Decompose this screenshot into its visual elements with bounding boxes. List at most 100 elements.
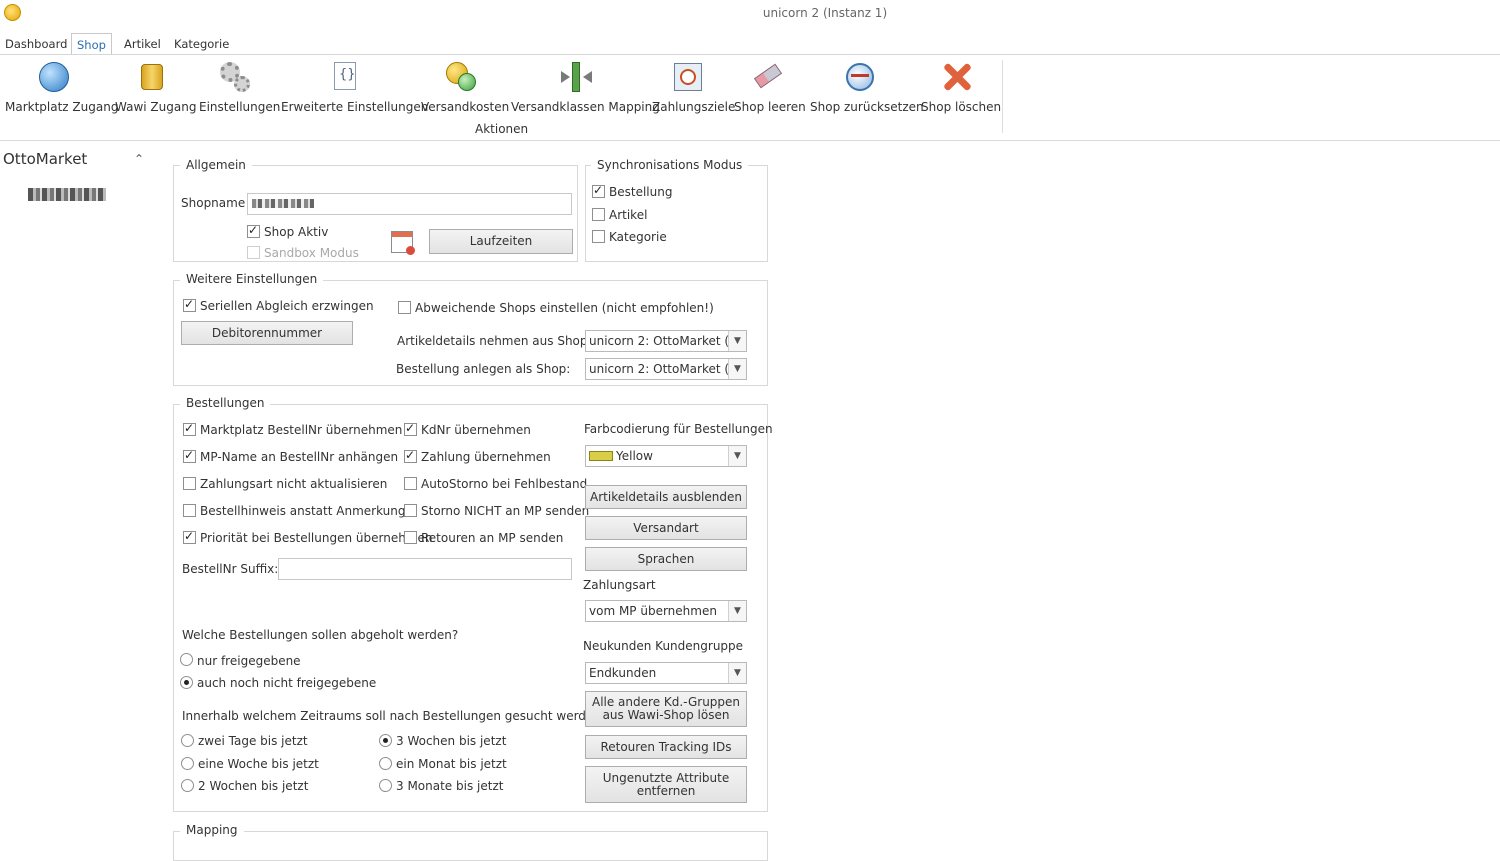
tab-dashboard[interactable]: Dashboard	[0, 33, 72, 55]
zeitraum-eine-woche-radio[interactable]	[181, 757, 194, 770]
zahlungsart-nicht-checkbox[interactable]	[183, 477, 196, 490]
calendar-delete-icon[interactable]	[391, 231, 415, 255]
sync-bestellung-checkbox[interactable]	[592, 183, 605, 198]
debitorennummer-button[interactable]: Debitorennummer	[181, 321, 353, 345]
shop-aktiv-label: Shop Aktiv	[264, 225, 329, 239]
sync-kategorie-checkbox[interactable]	[592, 230, 605, 243]
ribbon-group-caption: Aktionen	[475, 122, 529, 136]
tab-kategorie[interactable]: Kategorie	[169, 33, 234, 55]
neukunden-label: Neukunden Kundengruppe	[583, 639, 744, 653]
zahlungsart-label: Zahlungsart	[583, 578, 656, 592]
attribute-line1: Ungenutzte Attribute	[602, 770, 730, 785]
zeitraum-2-wochen-radio[interactable]	[181, 779, 194, 792]
sync-artikel-checkbox[interactable]	[592, 208, 605, 221]
bestellungen-caption: Bestellungen	[180, 396, 271, 410]
nur-freigegebene-radio[interactable]	[180, 653, 193, 666]
zeitraum-label: Innerhalb welchem Zeitraums soll nach Be…	[182, 709, 608, 723]
einstellungen-button[interactable]: Einstellungen	[199, 60, 281, 122]
auch-nicht-freigegebene-radio[interactable]	[180, 676, 193, 689]
zahlungsart-value: vom MP übernehmen	[589, 604, 717, 618]
storno-label: Storno NICHT an MP senden	[421, 504, 590, 518]
zeitraum-3-monate-radio[interactable]	[379, 779, 392, 792]
welche-label: Welche Bestellungen sollen abgeholt werd…	[182, 628, 459, 642]
database-icon	[135, 60, 169, 94]
suffix-input[interactable]	[278, 558, 572, 580]
zeitraum-3-wochen-radio[interactable]	[379, 734, 392, 747]
artikeldetails-shop-value: unicorn 2: OttoMarket (...	[589, 334, 741, 348]
zahlungsart-select[interactable]: vom MP übernehmen ▼	[585, 600, 747, 622]
gear-icon	[218, 60, 252, 94]
wawi-zugang-button[interactable]: Wawi Zugang	[115, 60, 196, 122]
sandbox-checkbox[interactable]	[247, 246, 260, 259]
versandklassen-mapping-button[interactable]: Versandklassen Mapping	[511, 60, 660, 122]
mapping-group	[173, 831, 768, 861]
versandart-button[interactable]: Versandart	[585, 516, 747, 540]
chevron-up-icon[interactable]: ⌃	[134, 152, 144, 166]
mapping-caption: Mapping	[180, 823, 244, 837]
zeitraum-ein-monat-radio[interactable]	[379, 757, 392, 770]
farbcodierung-select[interactable]: Yellow ▼	[585, 445, 747, 467]
kdnr-label: KdNr übernehmen	[421, 423, 531, 437]
chevron-down-icon[interactable]: ▼	[728, 601, 746, 621]
chevron-down-icon[interactable]: ▼	[728, 663, 746, 683]
shop-loeschen-button[interactable]: Shop löschen	[921, 60, 1001, 122]
zahlung-checkbox[interactable]	[404, 448, 417, 463]
shopname-label: Shopname	[181, 196, 246, 210]
bestellung-shop-select[interactable]: unicorn 2: OttoMarket (... ▼	[585, 358, 747, 380]
color-swatch	[589, 451, 613, 461]
seriellen-checkbox[interactable]	[183, 297, 196, 312]
zeitraum-eine-woche-label: eine Woche bis jetzt	[198, 757, 319, 771]
kdnr-checkbox[interactable]	[404, 421, 417, 436]
calendar-clock-icon	[671, 60, 705, 94]
retouren-label: Retouren an MP senden	[421, 531, 564, 545]
zeitraum-2-wochen-label: 2 Wochen bis jetzt	[198, 779, 309, 793]
mp-name-checkbox[interactable]	[183, 448, 196, 463]
bestellhinweis-checkbox[interactable]	[183, 504, 196, 517]
ribbon-label: Einstellungen	[199, 100, 281, 114]
farbcodierung-value: Yellow	[616, 449, 653, 463]
chevron-down-icon[interactable]: ▼	[728, 359, 746, 379]
bestellung-anlegen-label: Bestellung anlegen als Shop:	[396, 362, 571, 376]
sprachen-button[interactable]: Sprachen	[585, 547, 747, 571]
artikeldetails-ausblenden-button[interactable]: Artikeldetails ausblenden	[585, 485, 747, 509]
marktplatz-bestellnr-checkbox[interactable]	[183, 421, 196, 436]
artikeldetails-shop-select[interactable]: unicorn 2: OttoMarket (... ▼	[585, 330, 747, 352]
ribbon-label: Zahlungsziele	[652, 100, 736, 114]
tab-artikel[interactable]: Artikel	[119, 33, 166, 55]
tab-shop[interactable]: Shop	[71, 33, 112, 55]
storno-checkbox[interactable]	[404, 504, 417, 517]
kd-gruppen-loesen-button[interactable]: Alle andere Kd.-Gruppen aus Wawi-Shop lö…	[585, 691, 747, 727]
marktplatz-bestellnr-label: Marktplatz BestellNr übernehmen	[200, 423, 403, 437]
versandkosten-button[interactable]: Versandkosten	[421, 60, 509, 122]
zeitraum-zwei-tage-label: zwei Tage bis jetzt	[198, 734, 308, 748]
erweiterte-einstellungen-button[interactable]: {} Erweiterte Einstellungen	[281, 60, 428, 122]
sync-artikel-label: Artikel	[609, 208, 648, 222]
shop-zuruecksetzen-button[interactable]: Shop zurücksetzen	[810, 60, 924, 122]
neukunden-select[interactable]: Endkunden ▼	[585, 662, 747, 684]
chevron-down-icon[interactable]: ▼	[728, 446, 746, 466]
prioritaet-checkbox[interactable]	[183, 529, 196, 544]
sync-kategorie-label: Kategorie	[609, 230, 667, 244]
sync-bestellung-label: Bestellung	[609, 185, 673, 199]
chevron-down-icon[interactable]: ▼	[728, 331, 746, 351]
zahlungsart-nicht-label: Zahlungsart nicht aktualisieren	[200, 477, 388, 491]
abweichende-checkbox[interactable]	[398, 301, 411, 314]
ribbon-separator	[1002, 60, 1003, 133]
retouren-tracking-button[interactable]: Retouren Tracking IDs	[585, 735, 747, 759]
document-code-icon: {}	[328, 60, 362, 94]
delete-x-icon	[940, 60, 974, 94]
allgemein-caption: Allgemein	[180, 158, 252, 172]
ribbon-label: Versandklassen Mapping	[511, 100, 660, 114]
zahlungsziele-button[interactable]: Zahlungsziele	[652, 60, 736, 122]
weitere-caption: Weitere Einstellungen	[180, 272, 324, 286]
sidebar-item-shop[interactable]	[28, 188, 106, 201]
shop-aktiv-checkbox[interactable]	[247, 223, 260, 238]
shop-leeren-button[interactable]: Shop leeren	[734, 60, 806, 122]
retouren-checkbox[interactable]	[404, 531, 417, 544]
autostorno-checkbox[interactable]	[404, 477, 417, 490]
marktplatz-zugang-button[interactable]: Marktplatz Zugang	[5, 60, 119, 122]
ungenutzte-attribute-button[interactable]: Ungenutzte Attribute entfernen	[585, 766, 747, 803]
zeitraum-zwei-tage-radio[interactable]	[181, 734, 194, 747]
ribbon-label: Marktplatz Zugang	[5, 100, 119, 114]
laufzeiten-button[interactable]: Laufzeiten	[429, 229, 573, 254]
